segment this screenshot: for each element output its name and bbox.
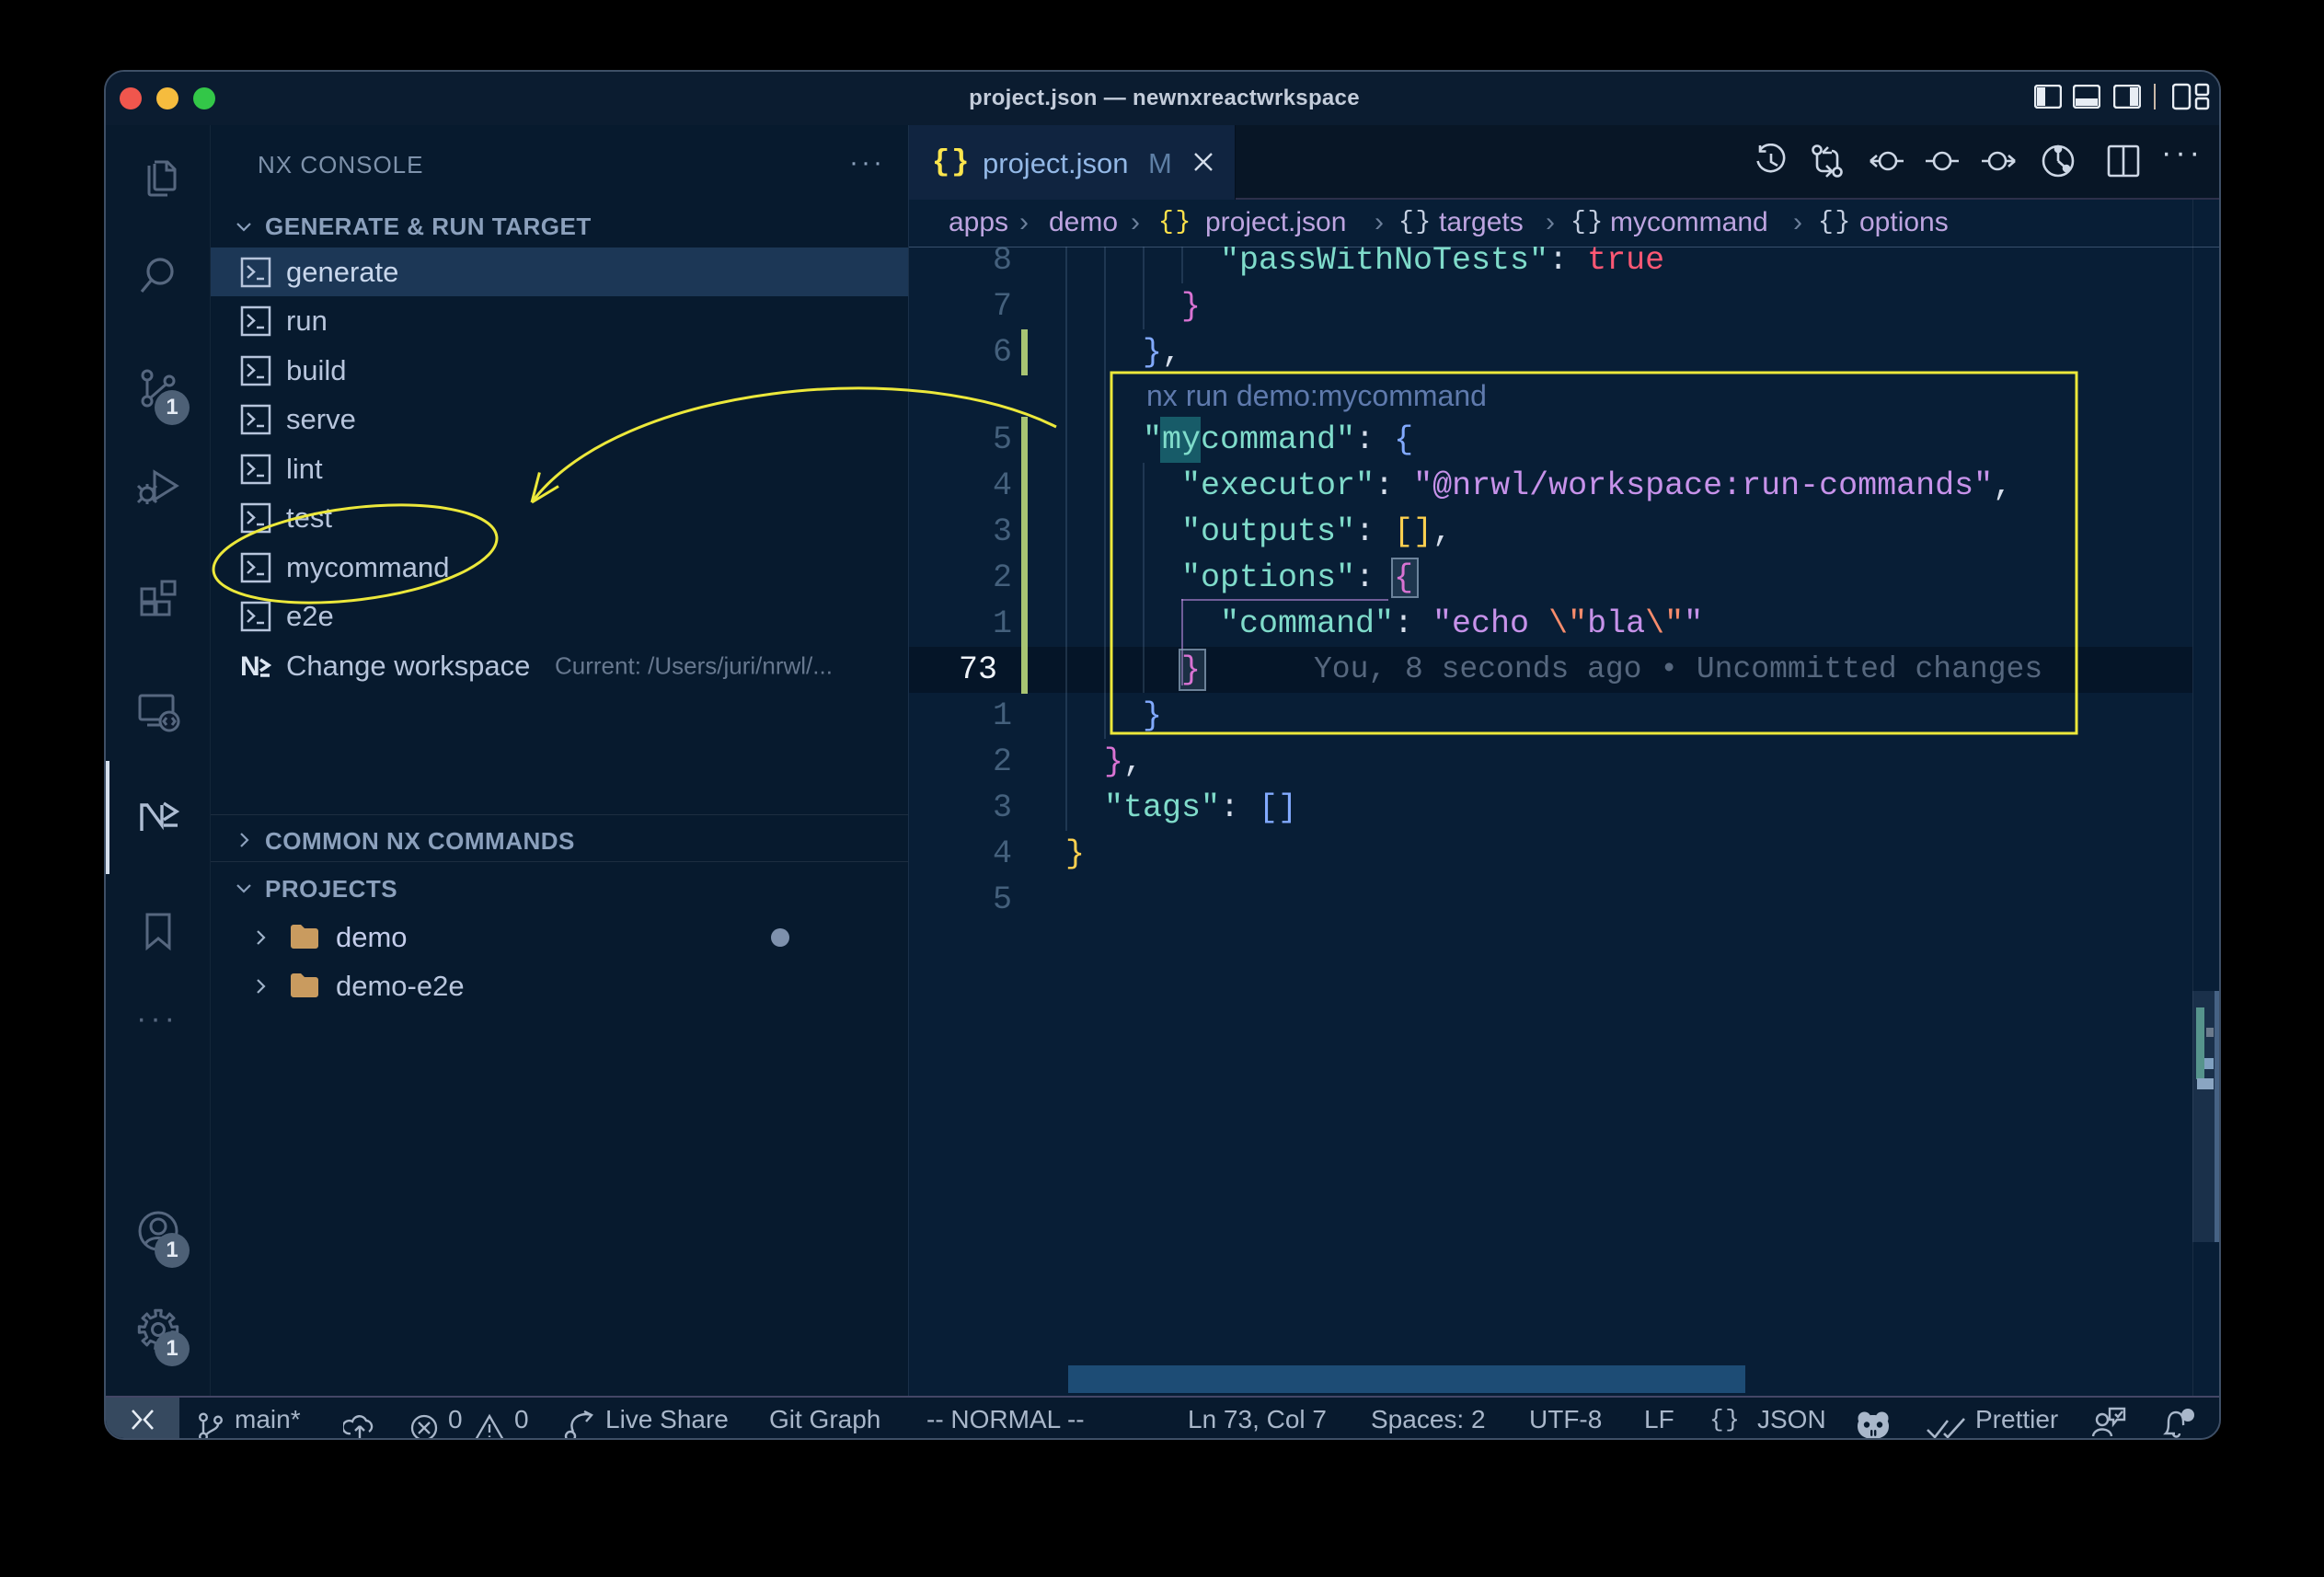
svg-text:N: N [240,651,260,682]
